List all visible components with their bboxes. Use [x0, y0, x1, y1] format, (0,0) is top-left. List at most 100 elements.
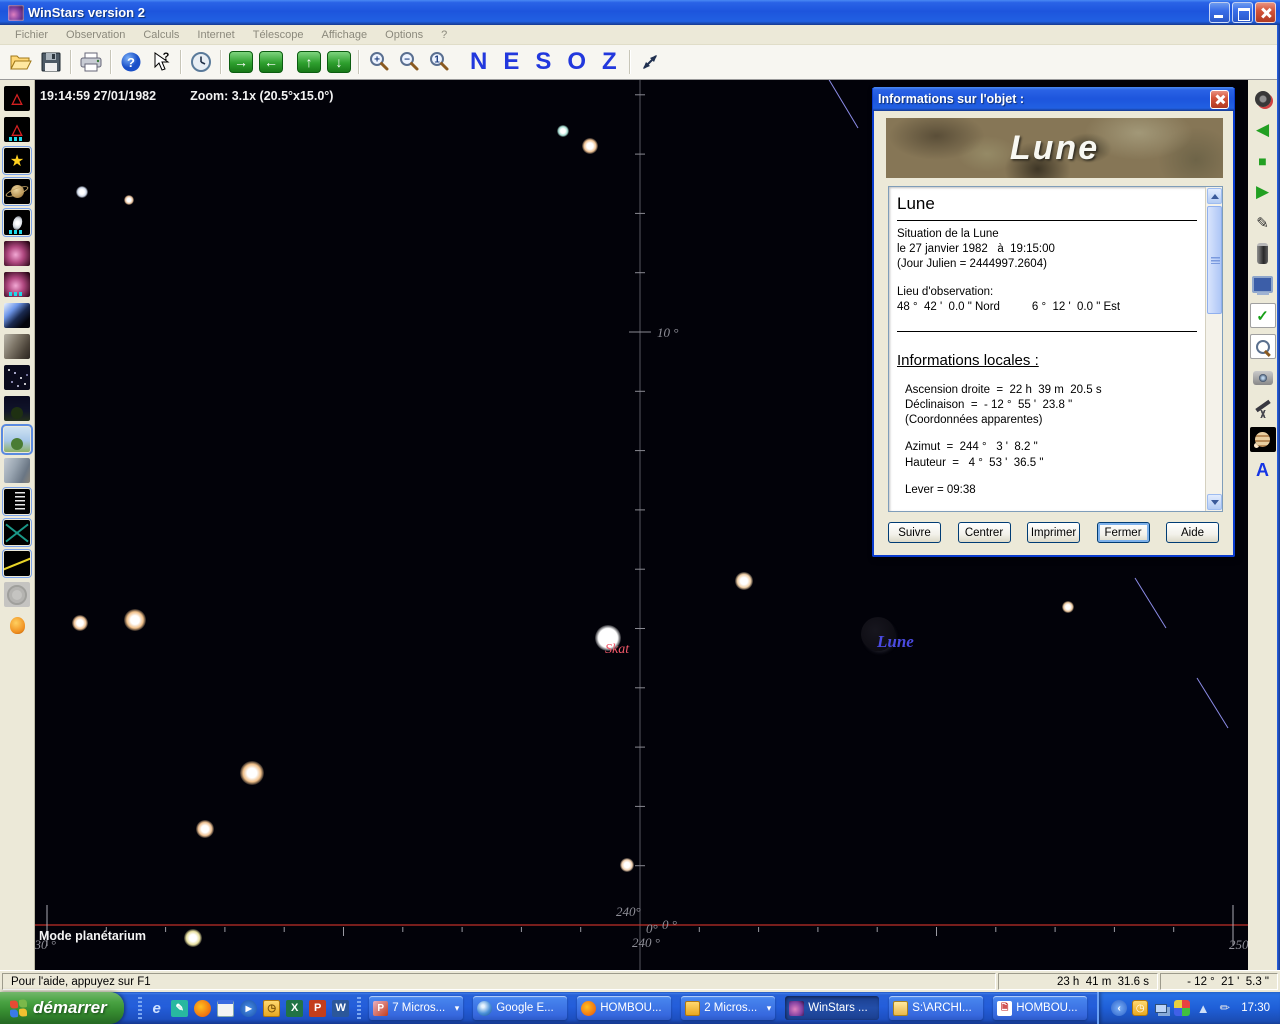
internet-explorer-quicklaunch-icon[interactable]: e [148, 1000, 165, 1017]
star[interactable] [124, 195, 134, 205]
scroll-down-arrow[interactable] [1207, 494, 1222, 510]
dialog-close-button[interactable] [1210, 90, 1229, 109]
star[interactable] [557, 125, 569, 137]
menu-item-[interactable]: ? [432, 27, 456, 43]
star[interactable] [735, 572, 753, 590]
search-document-button[interactable] [1250, 334, 1276, 359]
minimize-button[interactable] [1209, 2, 1230, 23]
moon-label[interactable]: Lune [877, 632, 914, 652]
dialog-scrollbar[interactable] [1205, 187, 1222, 511]
planet-view-button[interactable] [1250, 427, 1276, 452]
quick-launch-handle[interactable] [138, 997, 142, 1019]
star[interactable] [240, 761, 264, 785]
close-button[interactable] [1255, 2, 1276, 23]
stop-button[interactable]: ■ [1250, 148, 1276, 173]
show-desktop-quicklaunch-icon[interactable] [217, 1000, 234, 1017]
save-button[interactable] [36, 48, 66, 76]
star[interactable] [184, 929, 202, 947]
star-names-toggle-icon[interactable]: ★ [4, 148, 30, 173]
animation-button[interactable] [1250, 86, 1276, 111]
menu-item-observation[interactable]: Observation [57, 27, 134, 43]
suivre-button[interactable]: Suivre [888, 522, 941, 543]
diag-arrow-button[interactable] [635, 48, 665, 76]
outlook-reminder-tray-icon[interactable]: ◷ [1132, 1000, 1148, 1016]
imprimer-button[interactable]: Imprimer [1027, 522, 1080, 543]
comet-trails-toggle-icon[interactable] [4, 303, 30, 328]
telescope-button[interactable] [1250, 396, 1276, 421]
open-button[interactable] [6, 48, 36, 76]
pointer-pen-button[interactable]: ✎ [1250, 210, 1276, 235]
scroll-up-arrow[interactable] [1207, 188, 1222, 204]
compass-z-button[interactable]: Z [594, 48, 625, 76]
taskbar-group-arrow[interactable]: ▾ [767, 1003, 772, 1014]
star[interactable] [620, 858, 634, 872]
powerpoint-quicklaunch-icon[interactable]: P [309, 1000, 326, 1017]
labels-toggle-button[interactable]: A [1250, 458, 1276, 483]
film-roll-button[interactable] [1250, 241, 1276, 266]
ecliptic-line-toggle-icon[interactable] [4, 551, 30, 576]
excel-quicklaunch-icon[interactable]: X [286, 1000, 303, 1017]
network-tray-icon[interactable] [1153, 1000, 1169, 1016]
altitude-scale-toggle-icon[interactable] [4, 489, 30, 514]
nebula-names-toggle-icon[interactable] [4, 272, 30, 297]
coordinate-grid-toggle-icon[interactable] [4, 520, 30, 545]
task-area-handle[interactable] [357, 997, 361, 1019]
star[interactable] [1062, 601, 1074, 613]
taskbar-button[interactable]: P7 Micros...▾ [369, 996, 463, 1020]
constellation-lines-toggle-icon[interactable]: △ [4, 86, 30, 111]
menu-item-tlescope[interactable]: Télescope [244, 27, 313, 43]
play-backward-button[interactable]: ◀ [1250, 117, 1276, 142]
menu-item-affichage[interactable]: Affichage [312, 27, 376, 43]
pan-up-button[interactable]: ↑ [297, 51, 321, 73]
taskbar-button[interactable]: 🗎HOMBOU... [993, 996, 1087, 1020]
aide-button[interactable]: Aide [1166, 522, 1219, 543]
pan-down-button[interactable]: ↓ [327, 51, 351, 73]
compass-e-button[interactable]: E [495, 48, 527, 76]
compass-n-button[interactable]: N [462, 48, 495, 76]
restore-button[interactable] [1232, 2, 1253, 23]
clock-button[interactable] [186, 48, 216, 76]
menu-item-fichier[interactable]: Fichier [6, 27, 57, 43]
comets-toggle-icon[interactable] [4, 210, 30, 235]
menu-item-calculs[interactable]: Calculs [134, 27, 188, 43]
zoom-in-button[interactable]: + [364, 48, 394, 76]
star[interactable] [72, 615, 88, 631]
graphics-app-tray-icon[interactable]: ▲ [1195, 1000, 1211, 1016]
constellation-names-toggle-icon[interactable]: △ [4, 117, 30, 142]
taskbar-button[interactable]: 2 Micros...▾ [681, 996, 775, 1020]
taskbar-button[interactable]: S:\ARCHI... [889, 996, 983, 1020]
assistant-toggle-icon[interactable] [4, 613, 30, 638]
menu-item-internet[interactable]: Internet [188, 27, 243, 43]
dialog-title-bar[interactable]: Informations sur l'objet : [873, 87, 1234, 111]
dialog-info-box[interactable]: LuneSituation de la Lunele 27 janvier 19… [888, 186, 1223, 512]
help-button[interactable]: ? [116, 48, 146, 76]
media-player-quicklaunch-icon[interactable]: ▶ [240, 1000, 257, 1017]
firefox-quicklaunch-icon[interactable] [194, 1000, 211, 1017]
planets-toggle-icon[interactable] [4, 179, 30, 204]
print-button[interactable] [76, 48, 106, 76]
compass-o-button[interactable]: O [559, 48, 594, 76]
pan-left-button[interactable]: ← [259, 51, 283, 73]
title-bar[interactable]: WinStars version 2 [0, 0, 1280, 25]
camera-button[interactable] [1250, 365, 1276, 390]
settings-check-button[interactable] [1250, 303, 1276, 328]
fermer-button[interactable]: Fermer [1097, 522, 1150, 543]
play-forward-button[interactable]: ▶ [1250, 179, 1276, 204]
color-app-tray-icon[interactable] [1174, 1000, 1190, 1016]
nebulae-toggle-icon[interactable] [4, 241, 30, 266]
scroll-thumb[interactable] [1207, 206, 1222, 314]
taskbar-button[interactable]: Google E... [473, 996, 567, 1020]
context-help-button[interactable]: ? [146, 48, 176, 76]
zoom-reset-button[interactable]: 1 [424, 48, 454, 76]
taskbar-group-arrow[interactable]: ▾ [455, 1003, 460, 1014]
pan-right-button[interactable]: → [229, 51, 253, 73]
start-button[interactable]: démarrer [0, 992, 124, 1024]
landscape-day-toggle-icon[interactable] [4, 427, 30, 452]
menu-item-options[interactable]: Options [376, 27, 432, 43]
star[interactable] [196, 820, 214, 838]
sky-clouds-toggle-icon[interactable] [4, 458, 30, 483]
compass-s-button[interactable]: S [527, 48, 559, 76]
collapse-chevron-tray-icon[interactable]: ‹ [1111, 1000, 1127, 1016]
star[interactable] [124, 609, 146, 631]
word-quicklaunch-icon[interactable]: W [332, 1000, 349, 1017]
